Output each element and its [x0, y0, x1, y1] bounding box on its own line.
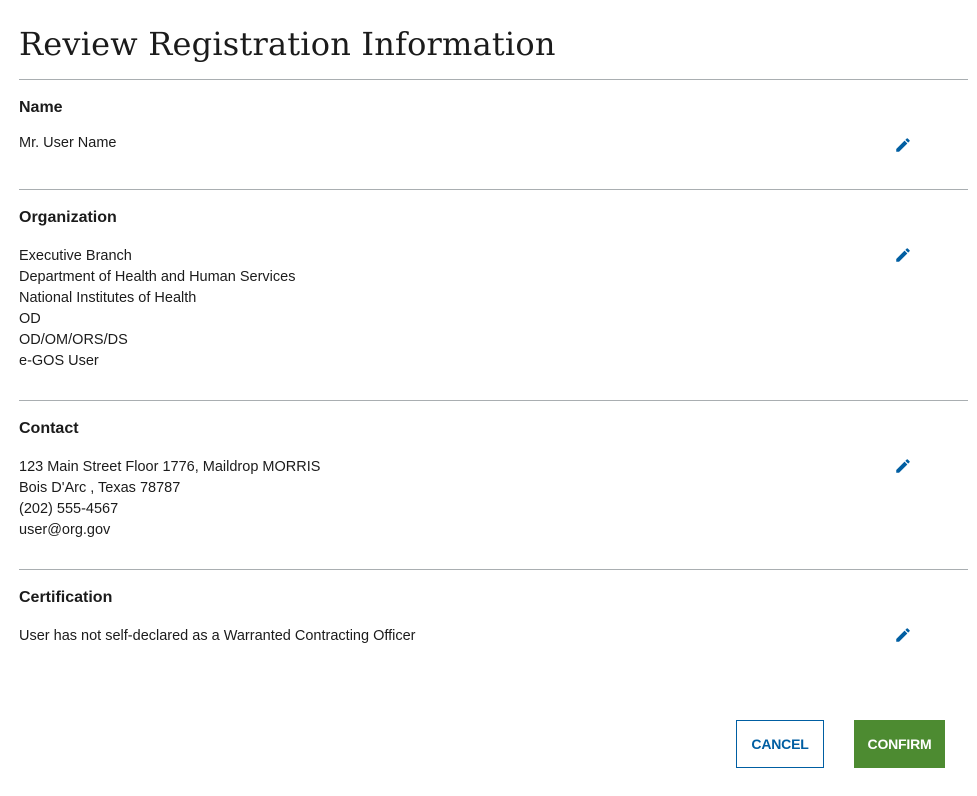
- divider: [19, 569, 968, 570]
- contact-city-line: Bois D'Arc , Texas 78787: [19, 480, 181, 496]
- pencil-icon: [894, 626, 912, 644]
- organization-line: e-GOS User: [19, 353, 99, 369]
- name-details: Mr. User Name: [19, 133, 819, 154]
- section-heading-certification: Certification: [19, 589, 113, 606]
- section-heading-name: Name: [19, 99, 63, 116]
- pencil-icon: [894, 457, 912, 475]
- edit-organization-button[interactable]: [891, 243, 915, 267]
- pencil-icon: [894, 136, 912, 154]
- contact-phone-line: (202) 555-4567: [19, 501, 119, 517]
- organization-line: Department of Health and Human Services: [19, 269, 296, 285]
- divider: [19, 189, 968, 190]
- divider: [19, 79, 968, 80]
- cancel-button[interactable]: CANCEL: [736, 720, 824, 768]
- section-heading-contact: Contact: [19, 420, 79, 437]
- contact-details: 123 Main Street Floor 1776, Maildrop MOR…: [19, 457, 819, 541]
- organization-line: National Institutes of Health: [19, 290, 197, 306]
- certification-details: User has not self-declared as a Warrante…: [19, 626, 819, 647]
- edit-certification-button[interactable]: [891, 623, 915, 647]
- divider: [19, 400, 968, 401]
- name-line: Mr. User Name: [19, 135, 117, 151]
- organization-line: Executive Branch: [19, 248, 132, 264]
- page-title: Review Registration Information: [19, 25, 556, 63]
- edit-contact-button[interactable]: [891, 454, 915, 478]
- contact-address-line: 123 Main Street Floor 1776, Maildrop MOR…: [19, 459, 321, 475]
- section-heading-organization: Organization: [19, 209, 117, 226]
- organization-line: OD/OM/ORS/DS: [19, 332, 128, 348]
- contact-email-line: user@org.gov: [19, 522, 111, 538]
- pencil-icon: [894, 246, 912, 264]
- certification-line: User has not self-declared as a Warrante…: [19, 628, 416, 644]
- organization-details: Executive Branch Department of Health an…: [19, 246, 819, 372]
- confirm-button[interactable]: CONFIRM: [854, 720, 945, 768]
- organization-line: OD: [19, 311, 41, 327]
- edit-name-button[interactable]: [891, 133, 915, 157]
